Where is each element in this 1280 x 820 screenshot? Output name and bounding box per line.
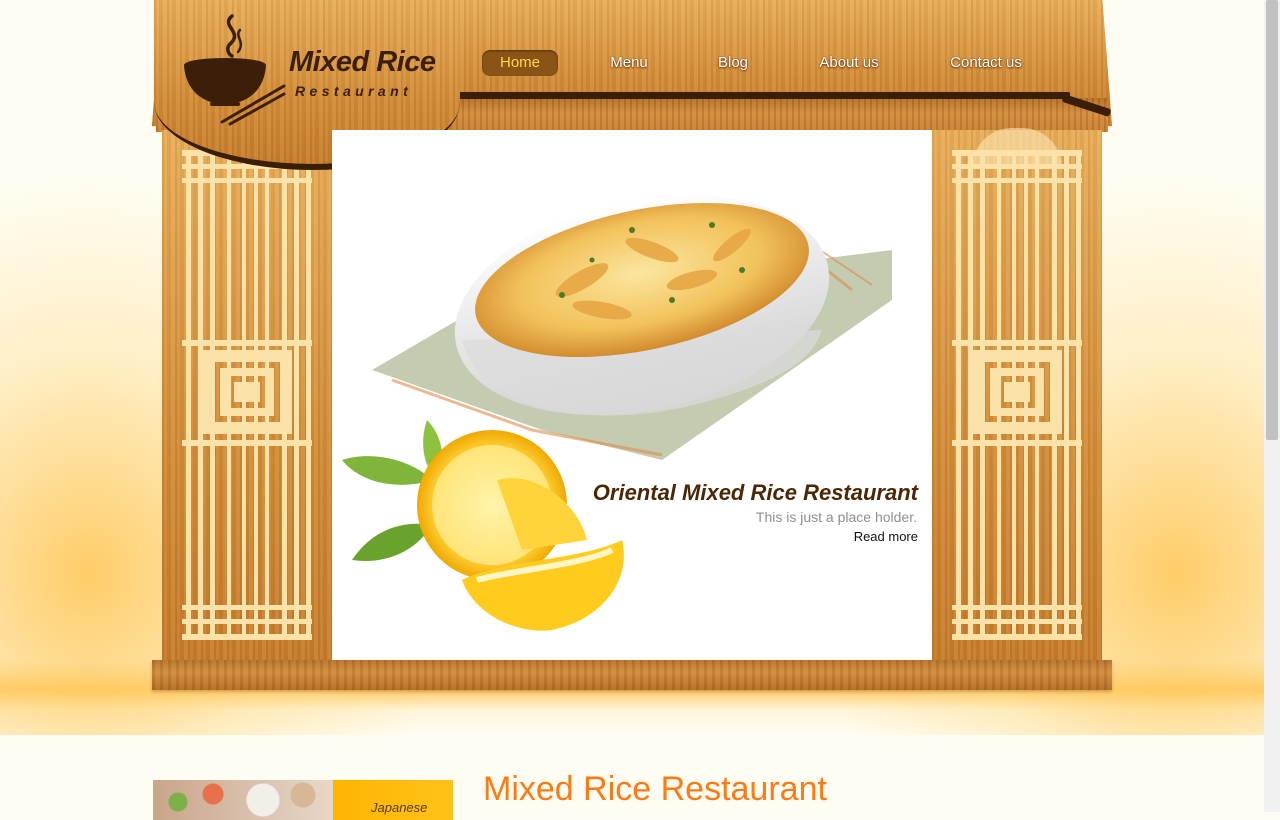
slide-description: This is just a place holder. (755, 509, 917, 525)
slide-title: Oriental Mixed Rice Restaurant (592, 480, 918, 505)
nav-contact[interactable]: Contact us (940, 50, 1032, 76)
logo-title[interactable]: Mixed Rice (289, 46, 436, 79)
rice-bowl-chopsticks-icon (184, 14, 286, 126)
hero-slider: Oriental Mixed Rice Restaurant This is j… (332, 130, 932, 660)
lattice-right-decoration (952, 150, 1082, 640)
nav-home[interactable]: Home (482, 50, 558, 76)
nav-blog[interactable]: Blog (708, 50, 758, 76)
scrollbar-thumb[interactable] (1266, 0, 1278, 440)
right-pillar (932, 128, 1102, 660)
vertical-scrollbar[interactable] (1264, 0, 1280, 812)
lattice-left-decoration (182, 150, 312, 640)
thumbnail-label: Japanese (371, 800, 428, 815)
category-thumbnail[interactable]: Japanese (153, 780, 453, 820)
thumbnail-photo (153, 780, 333, 820)
frame-base (152, 660, 1112, 690)
roof-edge (450, 92, 1070, 99)
nav-menu[interactable]: Menu (598, 50, 660, 76)
read-more-link[interactable]: Read more (854, 529, 918, 544)
logo-tagline: Restaurant (295, 83, 413, 99)
nav-about[interactable]: About us (810, 50, 888, 76)
food-photo (342, 194, 892, 631)
section-title: Mixed Rice Restaurant (483, 770, 827, 808)
left-pillar (162, 130, 332, 660)
